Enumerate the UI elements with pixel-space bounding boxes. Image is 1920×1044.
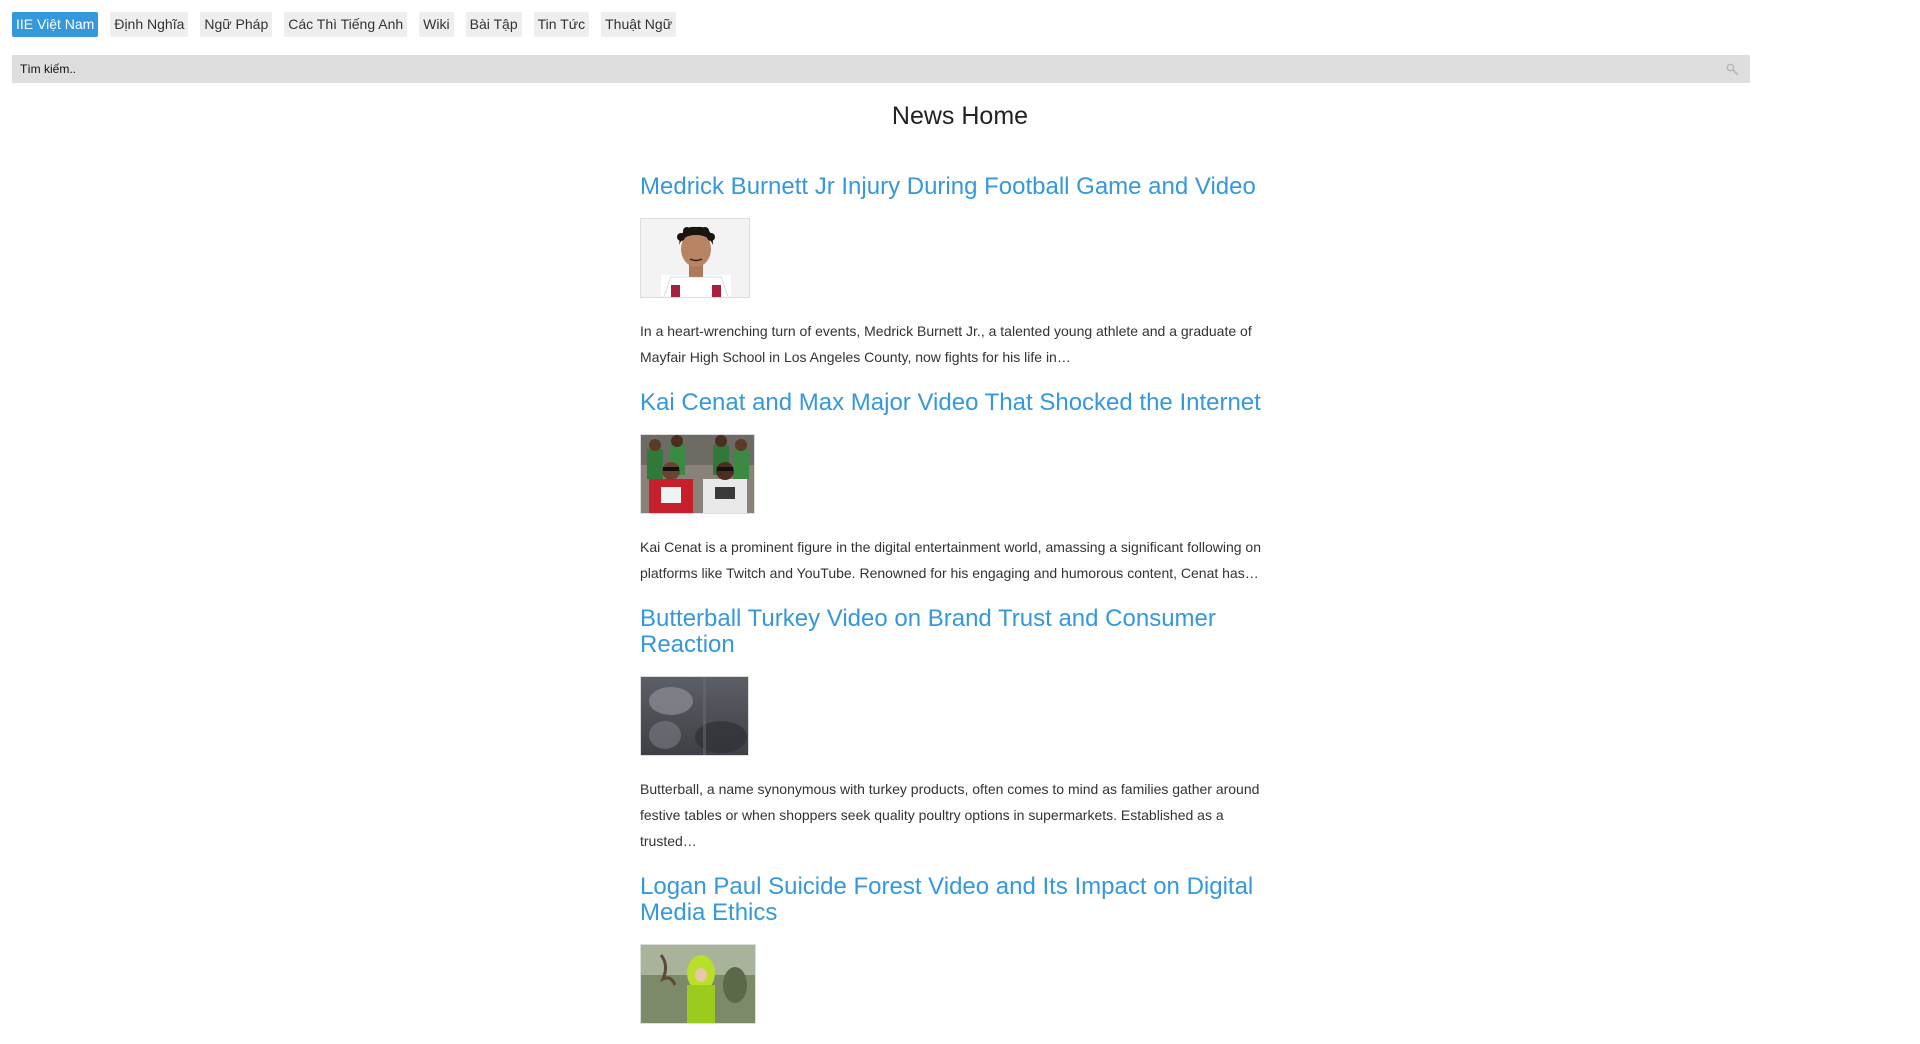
article-thumbnail[interactable] xyxy=(640,676,749,756)
search-bar xyxy=(12,55,1750,83)
search-icon[interactable] xyxy=(1718,55,1746,83)
article-item: Medrick Burnett Jr Injury During Footbal… xyxy=(640,174,1280,370)
article-thumbnail[interactable] xyxy=(640,944,756,1024)
article-thumbnail[interactable] xyxy=(640,434,755,514)
search-input[interactable] xyxy=(12,55,1718,83)
news-list: Medrick Burnett Jr Injury During Footbal… xyxy=(640,168,1280,1044)
nav-item-wiki[interactable]: Wiki xyxy=(419,12,454,37)
page-title: News Home xyxy=(891,102,1029,130)
article-title-link[interactable]: Kai Cenat and Max Major Video That Shock… xyxy=(640,390,1280,416)
article-title-link[interactable]: Medrick Burnett Jr Injury During Footbal… xyxy=(640,174,1280,200)
article-thumbnail[interactable] xyxy=(640,218,750,298)
nav-item-dinh-nghia[interactable]: Định Nghĩa xyxy=(110,12,189,37)
nav-item-thuat-ngu[interactable]: Thuật Ngữ xyxy=(601,12,677,37)
article-excerpt: Kai Cenat is a prominent figure in the d… xyxy=(640,539,1262,581)
nav-item-bai-tap[interactable]: Bài Tập xyxy=(465,12,522,37)
article-item: Logan Paul Suicide Forest Video and Its … xyxy=(640,874,1280,1024)
article-title-link[interactable]: Butterball Turkey Video on Brand Trust a… xyxy=(640,606,1280,658)
top-navigation: IIE Việt Nam Định Nghĩa Ngữ Pháp Các Thì… xyxy=(12,12,677,37)
article-item: Butterball Turkey Video on Brand Trust a… xyxy=(640,606,1280,854)
nav-item-ngu-phap[interactable]: Ngữ Pháp xyxy=(200,12,273,37)
article-item: Kai Cenat and Max Major Video That Shock… xyxy=(640,390,1280,586)
article-excerpt: In a heart-wrenching turn of events, Med… xyxy=(640,323,1252,365)
article-excerpt: Butterball, a name synonymous with turke… xyxy=(640,781,1260,849)
nav-item-tin-tuc[interactable]: Tin Tức xyxy=(533,12,590,37)
nav-item-cac-thi-tieng-anh[interactable]: Các Thì Tiếng Anh xyxy=(284,12,408,37)
nav-item-iie-viet-nam[interactable]: IIE Việt Nam xyxy=(12,12,99,37)
article-title-link[interactable]: Logan Paul Suicide Forest Video and Its … xyxy=(640,874,1280,926)
